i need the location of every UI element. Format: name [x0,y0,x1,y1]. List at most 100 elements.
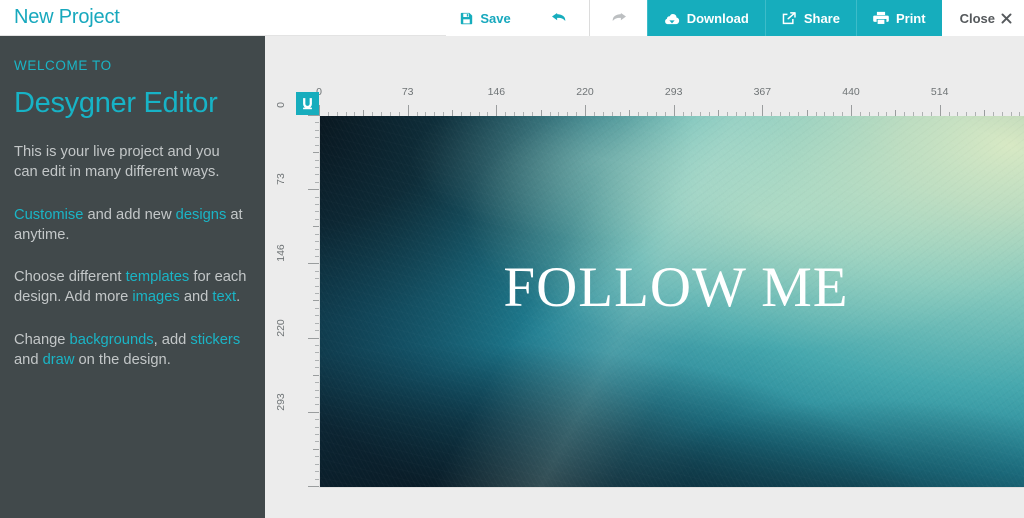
canvas-headline-text[interactable]: FOLLOW ME [320,259,1024,316]
ruler-tick [851,105,853,116]
ruler-tick [315,144,319,146]
ruler-label: 220 [275,318,287,337]
header-spacer [120,0,447,35]
save-button[interactable]: Save [446,0,531,36]
ruler-tick [762,105,764,116]
ruler-tick [308,411,319,413]
ruler-tick [744,112,746,116]
ruler-horizontal[interactable] [319,104,1024,116]
ruler-tick [315,330,319,332]
ruler-tick [611,112,613,116]
ruler-tick [315,396,319,398]
save-button-label: Save [480,10,511,26]
ruler-tick [315,174,319,176]
desygner-logo-icon[interactable] [296,92,319,115]
close-button-label: Close [959,10,995,26]
ruler-tick [806,110,808,116]
ruler-tick [315,204,319,206]
ruler-tick [913,112,915,116]
ruler-tick [308,485,319,487]
redo-button[interactable] [588,0,647,36]
sidebar-link-templates[interactable]: templates [126,269,190,285]
sidebar-text-run: Change [14,331,70,348]
ruler-tick [315,196,319,198]
ruler-tick [868,112,870,116]
ruler-tick [815,112,817,116]
ruler-tick [496,105,498,116]
ruler-tick [514,112,516,116]
ruler-tick [487,112,489,116]
ruler-tick [315,478,319,480]
ruler-tick [718,110,719,116]
ruler-tick [315,322,319,324]
ruler-tick [315,159,319,161]
ruler-tick [522,112,524,116]
ruler-tick [319,105,320,116]
sidebar-link-text[interactable]: text [212,289,236,305]
ruler-label: 0 [275,102,287,108]
ruler-tick [567,112,569,116]
ruler-tick [315,285,319,287]
ruler-tick [647,112,649,116]
ruler-tick [315,137,319,139]
sidebar-link-draw[interactable]: draw [43,352,75,368]
sidebar-link-stickers[interactable]: stickers [190,332,240,348]
ruler-label: 73 [401,86,414,98]
design-canvas[interactable]: FOLLOW ME [320,115,1024,487]
ruler-tick [315,382,319,384]
ruler-tick [313,448,319,450]
sidebar-link-images[interactable]: images [132,289,179,305]
ruler-tick [315,129,319,131]
ruler-tick [593,112,595,116]
download-button[interactable]: Download [646,0,765,36]
ruler-tick [372,112,374,116]
ruler-tick [629,110,631,116]
undo-button[interactable] [530,0,589,36]
ruler-tick [638,112,640,116]
ruler-tick [691,112,693,116]
printer-icon [873,11,889,25]
ruler-tick [859,112,861,116]
ruler-tick [313,152,319,154]
ruler-tick [469,112,471,116]
sidebar-help-text: This is your live project and you can ed… [14,142,247,370]
sidebar-link-designs[interactable]: designs [176,207,227,223]
ruler-tick [921,112,923,116]
ruler-tick [966,112,968,116]
project-title[interactable]: New Project [0,0,120,35]
ruler-tick [443,112,445,116]
ruler-tick [308,189,319,191]
ruler-tick [673,105,675,116]
ruler-tick [308,263,319,265]
ruler-tick [824,112,826,116]
ruler-tick [398,112,400,116]
ruler-vertical[interactable] [307,115,319,487]
ruler-label: 146 [487,86,506,98]
ruler-tick [797,112,799,116]
close-button[interactable]: Close [941,0,1024,36]
print-button[interactable]: Print [855,0,942,36]
ruler-tick [984,110,986,116]
download-button-label: Download [686,10,749,26]
ruler-tick [313,226,319,228]
ruler-tick [904,112,906,116]
sidebar-text-run: on the design. [74,351,171,368]
ruler-tick [655,112,657,116]
sidebar-text-run: and add new [83,206,176,223]
ruler-tick [315,241,319,243]
sidebar-text-run: This is your live project and you can ed… [14,144,220,181]
sidebar-paragraph: Customise and add new designs at anytime… [14,205,247,246]
ruler-tick [700,112,702,116]
share-button-label: Share [803,10,840,26]
ruler-tick [336,112,338,116]
sidebar-link-customise[interactable]: Customise [14,207,83,223]
ruler-tick [315,367,319,369]
ruler-tick [313,300,319,302]
ruler-tick [315,434,319,436]
ruler-tick [315,419,319,421]
ruler-tick [1019,112,1021,116]
sidebar-link-backgrounds[interactable]: backgrounds [70,332,154,348]
ruler-tick [354,112,356,116]
share-button[interactable]: Share [764,0,856,36]
ruler-tick [315,307,319,309]
